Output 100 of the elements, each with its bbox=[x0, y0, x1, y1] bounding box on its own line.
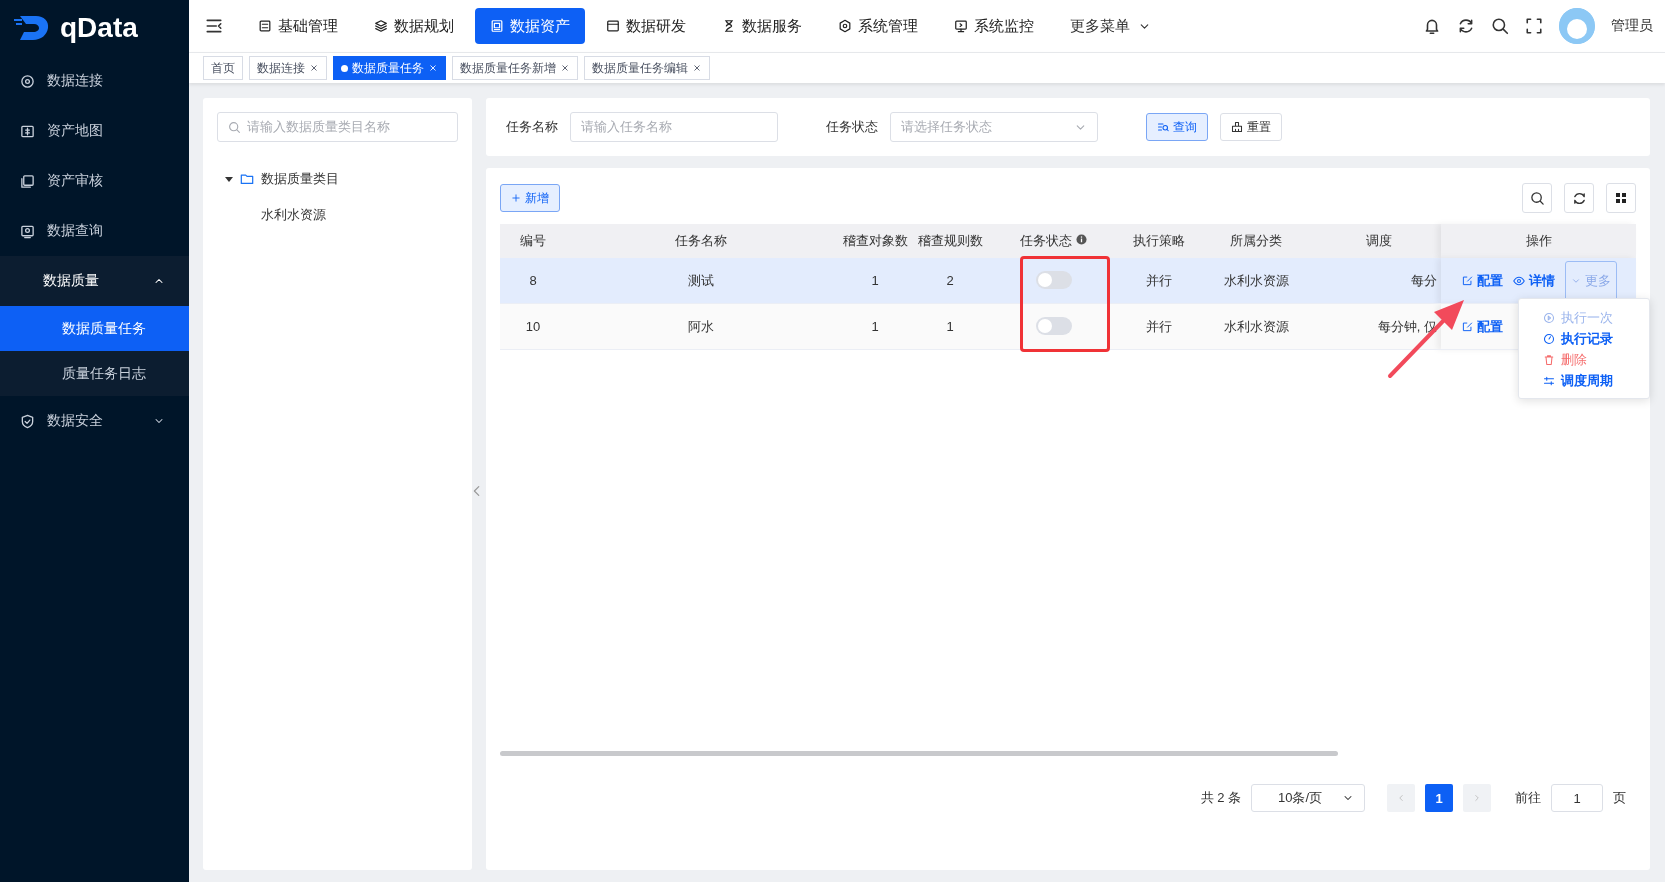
shield-icon bbox=[20, 413, 35, 429]
app-name: qData bbox=[60, 12, 138, 44]
hexagon-gear-icon bbox=[838, 19, 852, 33]
search-button[interactable]: 查询 bbox=[1146, 113, 1208, 141]
close-icon[interactable] bbox=[428, 63, 438, 73]
nav-tab[interactable]: 系统管理 bbox=[823, 8, 933, 44]
table-cell: 并行 bbox=[1121, 303, 1196, 350]
status-switch[interactable] bbox=[1035, 271, 1072, 289]
column-header: 调度 bbox=[1316, 224, 1441, 258]
search-icon bbox=[228, 120, 241, 134]
page-size-select[interactable]: 10条/页 bbox=[1251, 784, 1365, 812]
plus-icon bbox=[511, 193, 521, 203]
table-cell: 阿水 bbox=[566, 303, 836, 350]
close-icon[interactable] bbox=[560, 63, 570, 73]
refresh-button[interactable] bbox=[1564, 183, 1594, 213]
sidebar-item[interactable]: 数据查询 bbox=[0, 206, 189, 256]
refresh-icon bbox=[1457, 17, 1475, 35]
nav-tab[interactable]: 系统监控 bbox=[939, 8, 1049, 44]
scrollbar[interactable] bbox=[500, 751, 1338, 756]
table-cell: 1 bbox=[914, 303, 986, 350]
search-list-icon bbox=[1157, 121, 1169, 133]
tree-node[interactable]: 数据质量类目 bbox=[225, 170, 458, 188]
grid-icon bbox=[1615, 192, 1627, 204]
target-icon bbox=[20, 73, 35, 89]
info-icon bbox=[1075, 234, 1087, 245]
columns-button[interactable] bbox=[1606, 183, 1636, 213]
table-cell: 每分 bbox=[1316, 258, 1441, 304]
menu-item[interactable]: 调度周期 bbox=[1543, 372, 1649, 390]
goto-label: 前往 bbox=[1515, 789, 1541, 807]
hourglass-icon bbox=[722, 19, 736, 33]
close-icon[interactable] bbox=[692, 63, 702, 73]
status-switch[interactable] bbox=[1035, 317, 1072, 335]
tree-node[interactable]: 水利水资源 bbox=[261, 207, 326, 222]
page-tab[interactable]: 数据连接 bbox=[249, 56, 327, 80]
detail-link[interactable]: 详情 bbox=[1513, 271, 1555, 290]
edit-icon bbox=[1462, 275, 1473, 286]
menu-item[interactable]: 执行记录 bbox=[1543, 330, 1649, 348]
table-cell: 测试 bbox=[566, 258, 836, 304]
active-dot bbox=[341, 64, 348, 72]
table-cell: 1 bbox=[836, 303, 914, 350]
user-name[interactable]: 管理员 bbox=[1611, 17, 1653, 35]
search-toggle-button[interactable] bbox=[1522, 183, 1552, 213]
table-cell: 1 bbox=[836, 258, 914, 304]
nav-tab[interactable]: 数据研发 bbox=[591, 8, 701, 44]
caret-down-icon bbox=[225, 175, 233, 183]
sidebar-subitem[interactable]: 数据质量任务 bbox=[0, 306, 189, 351]
table-cell: 水利水资源 bbox=[1196, 258, 1316, 304]
refresh-icon bbox=[1571, 190, 1587, 206]
page-tab[interactable]: 首页 bbox=[203, 56, 243, 80]
add-button[interactable]: 新增 bbox=[500, 184, 560, 212]
search-icon bbox=[1529, 190, 1545, 206]
play-icon bbox=[1543, 312, 1555, 324]
total-count: 共 2 条 bbox=[1200, 789, 1241, 807]
column-header: 编号 bbox=[500, 224, 566, 258]
edit-icon bbox=[1462, 321, 1473, 332]
sidebar-item[interactable]: 资产地图 bbox=[0, 106, 189, 156]
layers-icon bbox=[374, 19, 388, 33]
table-cell: 水利水资源 bbox=[1196, 303, 1316, 350]
filter-label: 任务名称 bbox=[506, 118, 558, 136]
sidebar-item[interactable]: 资产审核 bbox=[0, 156, 189, 206]
fullscreen-icon bbox=[1525, 17, 1543, 35]
config-link[interactable]: 配置 bbox=[1462, 317, 1503, 336]
menu-icon bbox=[205, 17, 223, 35]
trash-icon bbox=[1543, 354, 1555, 366]
column-header: 任务名称 bbox=[566, 224, 836, 258]
dollar-card-icon bbox=[20, 123, 35, 139]
documents-icon bbox=[20, 173, 35, 189]
eye-icon bbox=[1513, 274, 1525, 287]
table-cell: 2 bbox=[914, 258, 986, 304]
document-icon bbox=[490, 19, 504, 33]
monitor-icon bbox=[20, 223, 35, 239]
sidebar-item[interactable]: 数据质量 bbox=[0, 256, 189, 306]
page-tab[interactable]: 数据质量任务 bbox=[333, 56, 446, 80]
sidebar-item[interactable]: 数据安全 bbox=[0, 396, 189, 446]
table-cell: 10 bbox=[500, 303, 566, 350]
sidebar-item[interactable]: 数据连接 bbox=[0, 56, 189, 106]
page-tab[interactable]: 数据质量任务新增 bbox=[452, 56, 578, 80]
folder-icon bbox=[240, 172, 254, 186]
page-tab[interactable]: 数据质量任务编辑 bbox=[584, 56, 710, 80]
config-link[interactable]: 配置 bbox=[1462, 271, 1503, 290]
table-cell: 并行 bbox=[1121, 258, 1196, 304]
goto-page-field[interactable]: 1 bbox=[1551, 784, 1603, 812]
reset-button[interactable]: 重置 bbox=[1220, 113, 1282, 141]
server-icon bbox=[258, 19, 272, 33]
page-number[interactable]: 1 bbox=[1425, 784, 1453, 812]
more-menu[interactable]: 更多菜单 bbox=[1055, 8, 1166, 44]
nav-tab[interactable]: 数据服务 bbox=[707, 8, 817, 44]
bell-icon bbox=[1423, 17, 1441, 35]
close-icon[interactable] bbox=[309, 63, 319, 73]
column-header: 稽查对象数 bbox=[836, 224, 914, 258]
chevron-left-icon bbox=[1396, 793, 1406, 803]
sidebar-subitem[interactable]: 质量任务日志 bbox=[0, 351, 189, 396]
column-header: 任务状态 bbox=[986, 224, 1121, 258]
nav-tab[interactable]: 数据资产 bbox=[475, 8, 585, 44]
table-cell: 8 bbox=[500, 258, 566, 304]
nav-tab[interactable]: 基础管理 bbox=[243, 8, 353, 44]
column-header: 所属分类 bbox=[1196, 224, 1316, 258]
search-icon bbox=[1491, 17, 1509, 35]
nav-tab[interactable]: 数据规划 bbox=[359, 8, 469, 44]
sliders-icon bbox=[1543, 375, 1555, 387]
